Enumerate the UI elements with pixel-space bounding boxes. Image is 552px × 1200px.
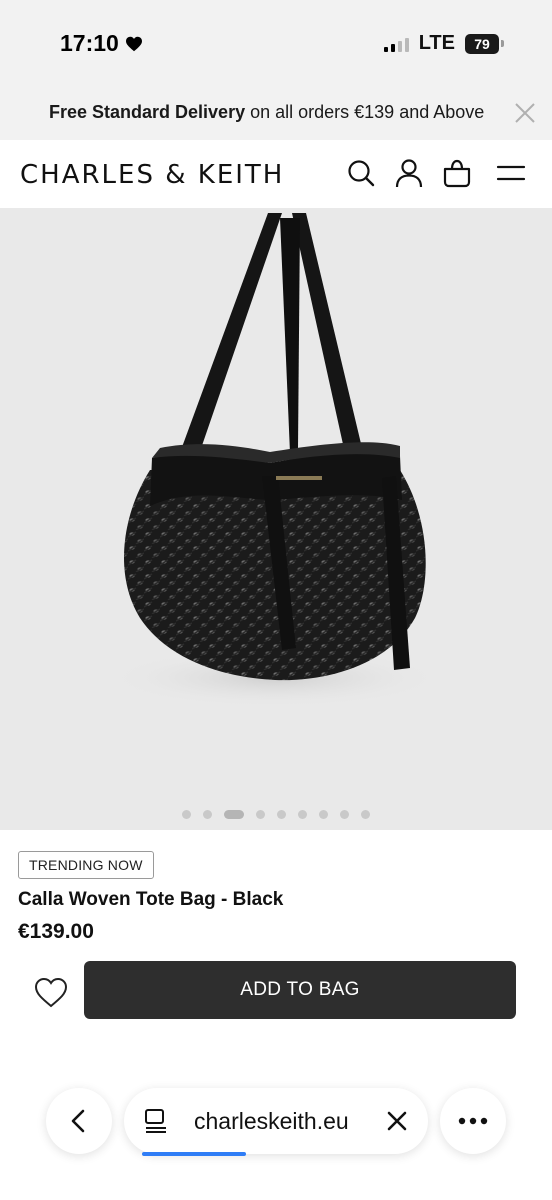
product-price: €139.00: [18, 920, 94, 943]
browser-toolbar: charleskeith.eu: [0, 1060, 552, 1200]
gallery-dot[interactable]: [361, 810, 370, 819]
heart-status-icon: [125, 36, 142, 51]
page-load-progress: [142, 1152, 246, 1156]
more-dots-icon: [458, 1117, 488, 1125]
promo-banner: Free Standard Delivery on all orders €13…: [0, 88, 552, 140]
time-text: 17:10: [60, 30, 119, 56]
bag-icon[interactable]: [442, 158, 472, 188]
battery-level: 79: [465, 33, 499, 54]
close-icon[interactable]: [514, 102, 536, 124]
signal-icon: [383, 36, 409, 52]
battery-icon: 79: [465, 33, 504, 54]
brand-logo[interactable]: CHARLES & KEITH: [20, 160, 284, 190]
status-bar: 17:10 LTE 79: [0, 0, 552, 88]
promo-rest-text: on all orders €139 and Above: [245, 102, 485, 122]
url-text: charleskeith.eu: [194, 1108, 349, 1134]
address-bar[interactable]: charleskeith.eu: [124, 1088, 428, 1156]
site-header: CHARLES & KEITH: [0, 140, 552, 208]
gallery-dot[interactable]: [319, 810, 328, 819]
status-indicators: LTE 79: [383, 32, 504, 55]
product-gallery[interactable]: [0, 208, 552, 830]
page-menu-icon[interactable]: [144, 1108, 168, 1134]
gallery-dot[interactable]: [298, 810, 307, 819]
network-type: LTE: [418, 32, 455, 54]
more-button[interactable]: [440, 1088, 506, 1154]
product-title: Calla Woven Tote Bag - Black: [18, 889, 284, 910]
gallery-pagination: [0, 810, 552, 819]
trending-badge: TRENDING NOW: [18, 851, 154, 879]
gallery-dot[interactable]: [203, 810, 212, 819]
close-icon[interactable]: [386, 1110, 408, 1132]
wishlist-heart-icon[interactable]: [34, 977, 68, 1009]
gallery-dot[interactable]: [340, 810, 349, 819]
menu-icon[interactable]: [496, 158, 526, 188]
gallery-dot[interactable]: [182, 810, 191, 819]
promo-bold-text: Free Standard Delivery: [49, 102, 246, 122]
account-icon[interactable]: [394, 158, 424, 188]
gallery-dot[interactable]: [256, 810, 265, 819]
gallery-dot-active[interactable]: [224, 810, 244, 819]
promo-text: Free Standard Delivery on all orders €13…: [49, 102, 484, 123]
product-image: [105, 213, 445, 708]
gallery-dot[interactable]: [277, 810, 286, 819]
search-icon[interactable]: [346, 158, 376, 188]
back-button[interactable]: [46, 1088, 112, 1154]
chevron-left-icon: [71, 1109, 85, 1133]
add-to-bag-button[interactable]: ADD TO BAG: [84, 961, 516, 1019]
status-time: 17:10: [60, 30, 143, 57]
